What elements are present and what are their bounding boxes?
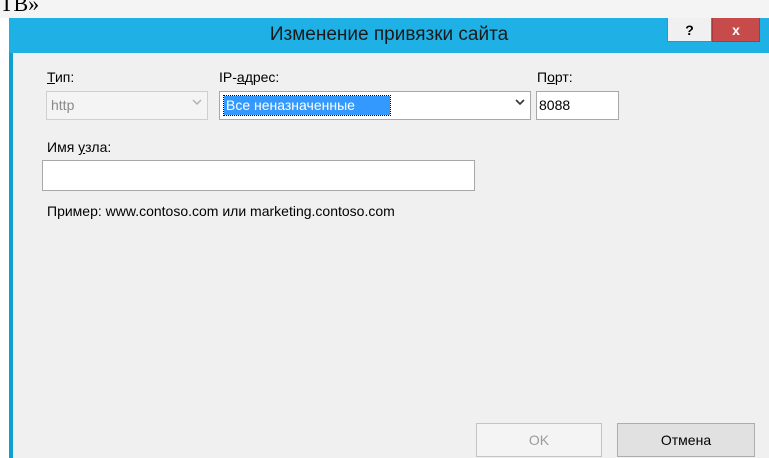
port-label: Порт:	[537, 69, 573, 85]
chevron-down-icon	[514, 96, 526, 111]
port-input[interactable]: 8088	[536, 91, 619, 120]
ip-address-select-value: Все неназначенные	[223, 95, 391, 116]
background-text-fragment: ТВ»	[0, 0, 40, 16]
host-name-label: Имя узла:	[47, 139, 112, 155]
type-label: Тип:	[47, 69, 75, 85]
ip-address-label: IP-адрес:	[219, 69, 280, 85]
edit-site-binding-dialog: Изменение привязки сайта ? x Тип: http I…	[9, 18, 769, 458]
type-select-value: http	[51, 97, 75, 113]
host-name-input[interactable]	[42, 160, 475, 191]
dialog-title: Изменение привязки сайта	[269, 24, 509, 45]
help-icon: ?	[685, 21, 694, 38]
background-document-strip: ТВ»	[0, 0, 769, 18]
ok-button[interactable]: OK	[476, 423, 602, 457]
close-button[interactable]: x	[712, 18, 760, 42]
title-bar[interactable]: Изменение привязки сайта ? x	[9, 18, 769, 53]
chevron-down-icon	[191, 96, 203, 111]
cancel-button[interactable]: Отмена	[617, 423, 755, 457]
dialog-body: Тип: http IP-адрес: Все неназначенные По…	[13, 53, 769, 458]
close-icon: x	[732, 21, 740, 38]
host-name-example: Пример: www.contoso.com или marketing.co…	[47, 203, 395, 219]
port-input-value: 8088	[539, 97, 571, 113]
ip-address-select[interactable]: Все неназначенные	[219, 91, 531, 120]
type-select[interactable]: http	[46, 91, 208, 120]
help-button[interactable]: ?	[667, 18, 712, 42]
